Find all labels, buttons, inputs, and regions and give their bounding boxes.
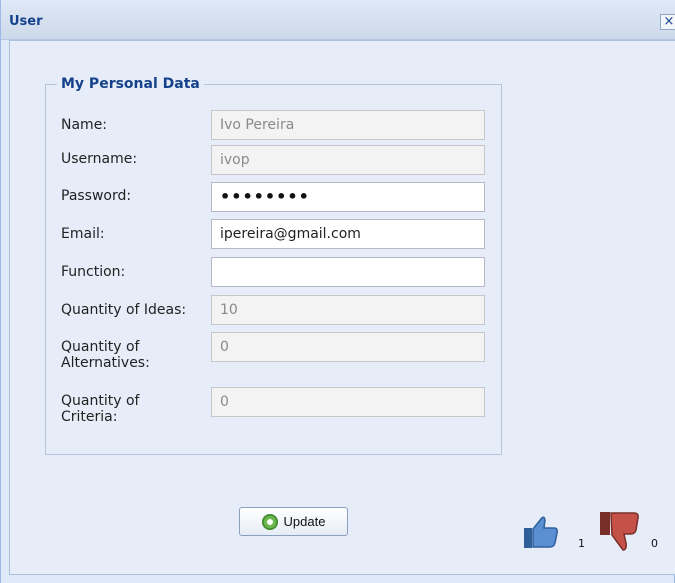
- function-input[interactable]: [211, 257, 485, 287]
- window-titlebar: User ×: [1, 0, 675, 40]
- quantity-of-criteria-label: Quantity of Criteria:: [61, 393, 140, 425]
- update-button-label: Update: [283, 514, 326, 529]
- update-button[interactable]: Update: [239, 507, 348, 536]
- quantity-of-ideas-label: Quantity of Ideas:: [61, 302, 187, 318]
- email-label: Email:: [61, 226, 105, 242]
- name-label: Name:: [61, 117, 108, 133]
- close-icon: ×: [663, 14, 675, 29]
- thumbs-up-icon: [524, 516, 558, 548]
- name-input[interactable]: [211, 110, 485, 140]
- quantity-of-criteria-input[interactable]: [211, 387, 485, 417]
- dislikes-count: 0: [651, 537, 658, 550]
- gear-icon: [261, 513, 278, 530]
- password-mask: ••••••••: [220, 187, 310, 206]
- like-button[interactable]: [523, 512, 561, 550]
- username-input[interactable]: [211, 145, 485, 175]
- function-label: Function:: [61, 264, 126, 280]
- dislike-button[interactable]: [599, 510, 643, 554]
- window-title: User: [9, 14, 43, 29]
- fieldset-legend: My Personal Data: [57, 75, 204, 93]
- password-label: Password:: [61, 188, 132, 204]
- user-window: User × My Personal Data Name: Username: …: [0, 0, 675, 583]
- email-input[interactable]: [211, 219, 485, 249]
- likes-count: 1: [578, 537, 585, 550]
- close-button[interactable]: ×: [660, 14, 675, 30]
- username-label: Username:: [61, 151, 138, 167]
- password-input[interactable]: ••••••••: [211, 182, 485, 212]
- thumbs-down-icon: [600, 512, 639, 551]
- quantity-of-alternatives-label: Quantity of Alternatives:: [61, 339, 150, 371]
- quantity-of-alternatives-input[interactable]: [211, 332, 485, 362]
- quantity-of-ideas-input[interactable]: [211, 295, 485, 325]
